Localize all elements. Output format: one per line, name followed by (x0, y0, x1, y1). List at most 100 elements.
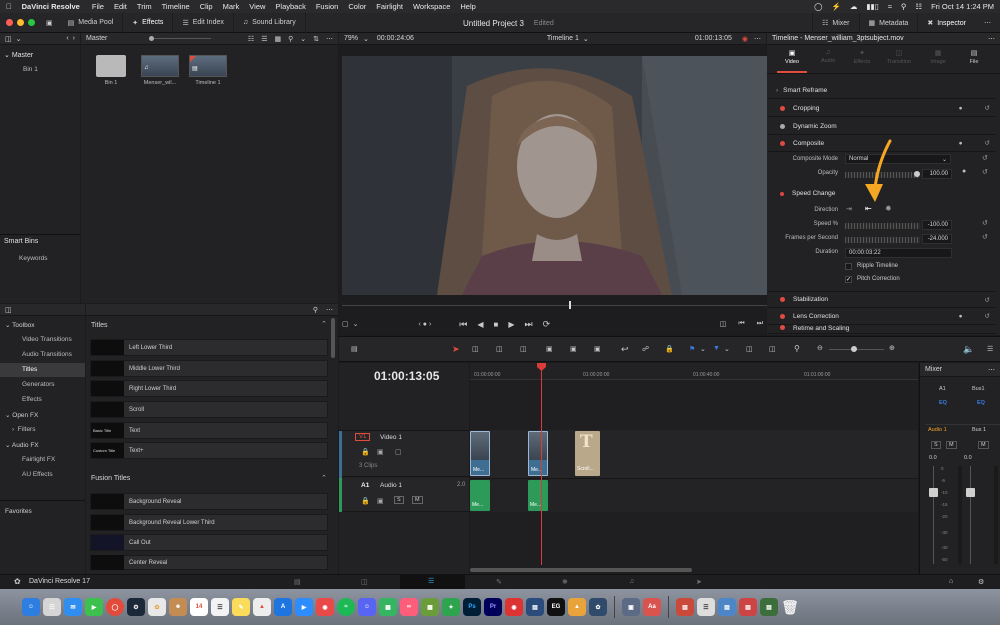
title-item[interactable]: Right Lower Third (90, 380, 328, 397)
chevron-down-icon[interactable]: ⌄ (300, 35, 306, 43)
trim-tool-icon[interactable]: ◫ (472, 345, 479, 353)
chevron-down-icon[interactable]: ⌄ (724, 345, 730, 353)
launchpad-icon[interactable]: ☷ (43, 598, 61, 616)
wifi-icon[interactable]: ≈ (888, 2, 892, 11)
red-app-icon[interactable]: ◉ (505, 598, 523, 616)
detail-view-icon[interactable]: ▦ (274, 35, 281, 43)
speed-input[interactable]: -100.00 (922, 220, 952, 230)
metadata-button[interactable]: ▦ Metadata (858, 13, 918, 33)
title-clip[interactable]: T Scroll... (575, 431, 600, 476)
numbers-icon[interactable]: ▦ (379, 598, 397, 616)
document-icon[interactable]: ▤ (718, 598, 736, 616)
snapping-icon[interactable]: ↩ (621, 344, 629, 355)
sort-icon[interactable]: ⇅ (313, 35, 319, 43)
keyframe-dot-icon[interactable]: ● (962, 168, 966, 175)
contacts-icon[interactable]: ☻ (169, 598, 187, 616)
fader-track-a1[interactable] (933, 466, 934, 564)
fusion-title-item[interactable]: Call Out (90, 534, 328, 551)
duration-input[interactable]: 00:00:03:22 (845, 248, 952, 258)
skip-to-end-icon[interactable]: ⏭ (525, 319, 533, 330)
viewer-zoom[interactable]: 79% (344, 35, 358, 42)
zoom-icon[interactable]: ▶ (295, 598, 313, 616)
skip-to-start-icon[interactable]: ⏮ (459, 319, 467, 330)
menu-file[interactable]: File (92, 2, 104, 11)
list-view-icon[interactable]: ☰ (261, 35, 267, 43)
enable-toggle-icon[interactable] (780, 313, 785, 319)
deliver-page-icon[interactable]: ➤ (696, 578, 702, 586)
playhead-marker-icon[interactable] (537, 363, 546, 371)
grid-view-icon[interactable]: ☷ (248, 35, 254, 43)
more-options-icon[interactable]: ⋯ (754, 35, 761, 43)
tab-file[interactable]: ▤ File (959, 49, 989, 65)
fader-handle-bus1[interactable] (966, 488, 975, 497)
control-center-icon[interactable]: ☷ (915, 2, 922, 11)
video-track-name[interactable]: Video 1 (380, 434, 402, 441)
vlc-icon[interactable]: ▲ (568, 598, 586, 616)
chevron-down-icon[interactable]: ⌄ (363, 35, 369, 43)
flag-icon[interactable]: ⚑ (689, 345, 695, 353)
overwrite-clip-icon[interactable]: ▣ (570, 345, 577, 353)
opacity-input[interactable]: 100.00 (922, 169, 952, 179)
mute-button[interactable]: M (978, 441, 989, 449)
fps-slider[interactable] (845, 237, 920, 243)
document-icon[interactable]: ▤ (676, 598, 694, 616)
section-lens-correction[interactable]: Lens Correction ● ↺ (768, 308, 996, 325)
tree-audio-fx[interactable]: ⌄ Audio FX (5, 441, 39, 449)
next-clip-icon[interactable]: ⏭ (757, 320, 763, 328)
tree-open-fx[interactable]: ⌄ Open FX (5, 411, 38, 419)
section-cropping[interactable]: Cropping ● ↺ (768, 100, 996, 117)
app-menu[interactable]: DaVinci Resolve (22, 2, 80, 11)
menu-playback[interactable]: Playback (275, 2, 305, 11)
video-clip[interactable]: Me... (528, 431, 548, 476)
enable-toggle-icon[interactable] (780, 140, 785, 146)
mail-icon[interactable]: ✉ (64, 598, 82, 616)
reset-icon[interactable]: ↺ (985, 296, 990, 304)
tree-generators[interactable]: Generators (22, 381, 55, 388)
tree-filters[interactable]: › Filters (12, 426, 35, 433)
section-retime-scaling[interactable]: Retime and Scaling (768, 325, 996, 334)
chevron-up-icon[interactable]: ⌃ (321, 474, 327, 482)
loop-icon[interactable]: ⟳ (543, 319, 551, 330)
edit-index-button[interactable]: ☰ Edit Index (173, 12, 234, 33)
enable-toggle-icon[interactable] (780, 105, 785, 111)
cloud-icon[interactable]: ☁ (850, 2, 858, 11)
more-options-icon[interactable]: ⋯ (326, 306, 333, 314)
thumb-size-slider[interactable] (151, 38, 211, 39)
auto-select-icon[interactable]: ▣ (377, 448, 384, 456)
minimize-window-button[interactable] (17, 19, 24, 26)
search-icon[interactable]: ⚲ (313, 306, 318, 314)
keywords-bin[interactable]: Keywords (19, 255, 48, 262)
lock-icon[interactable]: 🔒 (361, 497, 370, 505)
playhead-line[interactable] (541, 363, 542, 565)
more-options-icon[interactable]: ⋯ (975, 13, 1000, 33)
a1-track-tag[interactable]: A1 (361, 482, 369, 489)
fusion-title-item[interactable]: Background Reveal (90, 493, 328, 510)
timeline-scrollbar[interactable] (470, 568, 692, 572)
document-icon[interactable]: ▤ (739, 598, 757, 616)
tree-master[interactable]: ⌄ Master (4, 51, 33, 59)
eq-button[interactable]: EQ (977, 400, 985, 406)
prev-clip-icon[interactable]: ⏮ (738, 320, 744, 328)
tree-titles-selected[interactable] (0, 363, 85, 377)
media-clip-thumbnail[interactable]: ♫ (141, 55, 179, 77)
track-visibility-icon[interactable]: ▢ (395, 448, 402, 456)
chevron-down-icon[interactable]: ⌄ (700, 345, 706, 353)
fairlight-page-icon[interactable]: ♫ (629, 578, 634, 585)
zoom-window-button[interactable] (28, 19, 35, 26)
section-smart-reframe[interactable]: › Smart Reframe (768, 82, 996, 99)
enable-toggle-icon[interactable] (780, 123, 785, 129)
tree-bin1[interactable]: Bin 1 (23, 66, 38, 73)
premiere-icon[interactable]: Pr (484, 598, 502, 616)
color-page-icon[interactable]: ❅ (562, 578, 568, 586)
viewer-scrub-bar[interactable] (342, 305, 767, 306)
section-dynamic-zoom[interactable]: Dynamic Zoom (768, 118, 996, 135)
speaker-icon[interactable]: 🔈 (963, 344, 974, 355)
menu-color[interactable]: Color (348, 2, 366, 11)
tab-transition[interactable]: ◫ Transition (881, 49, 917, 65)
menu-view[interactable]: View (249, 2, 265, 11)
facetime-icon[interactable]: ▶ (85, 598, 103, 616)
tree-video-transitions[interactable]: Video Transitions (22, 336, 72, 343)
keyframe-dot-icon[interactable]: ● (959, 140, 963, 147)
tab-image[interactable]: ▦ Image (923, 49, 953, 65)
cut-page-icon[interactable]: ◫ (361, 578, 368, 586)
